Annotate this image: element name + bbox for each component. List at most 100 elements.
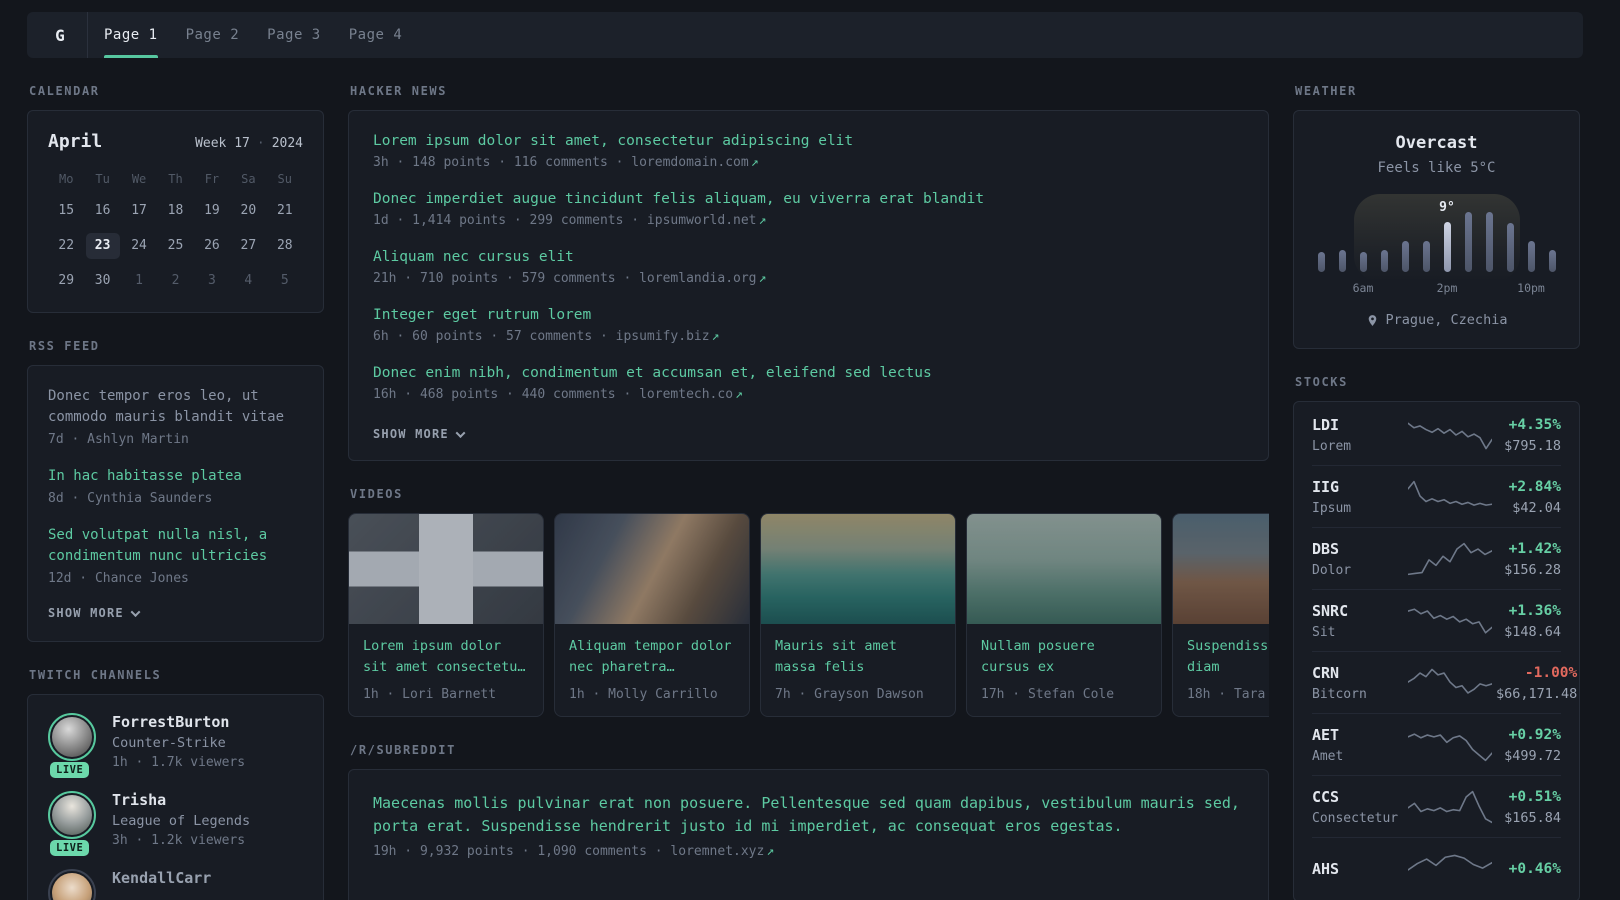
video-info: Suspendisse diam 18h · Tara — [1173, 624, 1269, 716]
stock-id: IIG Ipsum — [1312, 478, 1404, 516]
video-title[interactable]: Suspendisse diam — [1187, 636, 1269, 678]
video-card[interactable]: Nullam posuere cursus ex 17h · Stefan Co… — [966, 513, 1162, 717]
calendar-days-grid: 15 16 17 18 19 20 21 22 23 24 25 26 27 28 29 30 1 2 3 4 5 — [48, 198, 303, 294]
nav-tab[interactable]: Page 1 — [104, 12, 158, 58]
weather-bar — [1338, 250, 1346, 272]
stock-row[interactable]: SNRC Sit +1.36% $148.64 — [1312, 589, 1561, 651]
videos-widget: VIDEOS Lorem ipsum dolor sit amet consec… — [348, 487, 1269, 717]
nav-tab[interactable]: Page 3 — [267, 12, 321, 58]
hacker-news-headline[interactable]: Lorem ipsum dolor sit amet, consectetur … — [373, 133, 1244, 149]
calendar-day-header: We — [131, 172, 147, 186]
stock-ticker: LDI — [1312, 416, 1340, 434]
twitch-channel-name[interactable]: Trisha — [112, 791, 250, 809]
hacker-news-headline[interactable]: Donec imperdiet augue tincidunt felis al… — [373, 191, 1244, 207]
stock-row[interactable]: IIG Ipsum +2.84% $42.04 — [1312, 465, 1561, 527]
twitch-viewers: 1h · 1.7k viewers — [112, 755, 246, 770]
video-card[interactable]: Suspendisse diam 18h · Tara — [1172, 513, 1269, 717]
weather-bar — [1401, 241, 1409, 272]
weather-bar-column: 9° 2pm — [1437, 200, 1458, 295]
hacker-news-list: Lorem ipsum dolor sit amet, consectetur … — [373, 133, 1244, 402]
stock-row[interactable]: AHS +0.46% — [1312, 837, 1561, 899]
hacker-news-meta: 6h · 60 points · 57 comments · ipsumify.… — [373, 329, 720, 344]
calendar-header: April Week 17 · 2024 — [48, 131, 303, 152]
stock-id: SNRC Sit — [1312, 602, 1404, 640]
nav-tab[interactable]: Page 2 — [186, 12, 240, 58]
stock-ticker: IIG — [1312, 478, 1340, 496]
rss-show-more-button[interactable]: SHOW MORE — [48, 606, 141, 620]
hacker-news-widget-title: HACKER NEWS — [350, 84, 448, 98]
stock-id: LDI Lorem — [1312, 416, 1404, 454]
weather-bar-column — [1485, 212, 1493, 272]
hacker-news-headline[interactable]: Aliquam nec cursus elit — [373, 249, 1244, 265]
twitch-channel[interactable]: KendallCarr — [48, 869, 303, 900]
twitch-channel-name[interactable]: ForrestBurton — [112, 713, 245, 731]
external-link-icon[interactable]: ↗ — [766, 844, 774, 859]
video-title[interactable]: Aliquam tempor dolor nec pharetra… — [569, 636, 735, 678]
hacker-news-item: Lorem ipsum dolor sit amet, consectetur … — [373, 133, 1244, 170]
twitch-widget: TWITCH CHANNELS LIVE ForrestBurton Count… — [27, 668, 324, 900]
external-link-icon[interactable]: ↗ — [759, 213, 767, 228]
twitch-channel[interactable]: LIVE Trisha League of Legends 3h · 1.2k … — [48, 791, 303, 856]
calendar-day-header: Sa — [241, 172, 256, 186]
calendar-day: 19 — [204, 203, 220, 218]
hacker-news-show-more-button[interactable]: SHOW MORE — [373, 427, 466, 441]
external-link-icon[interactable]: ↗ — [759, 271, 767, 286]
twitch-channel-name[interactable]: KendallCarr — [112, 869, 211, 887]
calendar-day: 28 — [276, 238, 293, 253]
video-thumbnail — [349, 514, 543, 624]
external-link-icon[interactable]: ↗ — [735, 387, 743, 402]
stock-row[interactable]: DBS Dolor +1.42% $156.28 — [1312, 527, 1561, 589]
video-title[interactable]: Mauris sit amet massa felis — [775, 636, 941, 678]
weather-widget-title: WEATHER — [1295, 84, 1357, 98]
weather-bar — [1422, 241, 1430, 272]
stock-name: Lorem — [1312, 439, 1352, 454]
rss-headline[interactable]: In hac habitasse platea — [48, 466, 303, 487]
weather-bar-column — [1401, 241, 1409, 272]
stock-ticker: SNRC — [1312, 602, 1349, 620]
calendar-day: 21 — [276, 203, 293, 218]
stock-name: Sit — [1312, 625, 1336, 640]
calendar-day-header: Su — [277, 172, 292, 186]
stock-row[interactable]: LDI Lorem +4.35% $795.18 — [1312, 404, 1561, 465]
weather-bar — [1443, 222, 1451, 272]
video-title[interactable]: Lorem ipsum dolor sit amet consectetu… — [363, 636, 529, 678]
weather-bar-column — [1380, 250, 1388, 272]
calendar-day: 22 — [58, 238, 75, 253]
video-card[interactable]: Aliquam tempor dolor nec pharetra… 1h · … — [554, 513, 750, 717]
stock-row[interactable]: AET Amet +0.92% $499.72 — [1312, 713, 1561, 775]
hacker-news-headline[interactable]: Integer eget rutrum lorem — [373, 307, 1244, 323]
video-title[interactable]: Nullam posuere cursus ex — [981, 636, 1147, 678]
nav-tab[interactable]: Page 4 — [349, 12, 403, 58]
external-link-icon[interactable]: ↗ — [712, 329, 720, 344]
weather-bars: 6am 9° 2pm 10pm — [1317, 200, 1556, 295]
twitch-game: League of Legends — [112, 813, 251, 829]
external-link-icon[interactable]: ↗ — [751, 155, 759, 170]
stock-sparkline — [1408, 726, 1492, 764]
rss-headline[interactable]: Sed volutpat nulla nisl, a condimentum n… — [48, 525, 303, 567]
nav-tabs: Page 1 Page 2 Page 3 Page 4 — [104, 12, 402, 58]
location-pin-icon — [1368, 314, 1376, 326]
right-column: WEATHER Overcast Feels like 5°C 6am 9° 2… — [1293, 84, 1580, 900]
video-card[interactable]: Mauris sit amet massa felis 7h · Grayson… — [760, 513, 956, 717]
calendar-day: 18 — [167, 203, 184, 218]
twitch-channel[interactable]: LIVE ForrestBurton Counter-Strike 1h · 1… — [48, 713, 303, 778]
weather-feels-like: Feels like 5°C — [1377, 160, 1496, 176]
stock-name: Dolor — [1312, 563, 1352, 578]
hacker-news-headline[interactable]: Donec enim nibh, condimentum et accumsan… — [373, 365, 1244, 381]
stock-change: +4.35% — [1508, 416, 1561, 433]
app-logo[interactable]: G — [45, 26, 75, 45]
stock-price: $165.84 — [1504, 809, 1561, 826]
subreddit-post-title[interactable]: Maecenas mollis pulvinar erat non posuer… — [373, 792, 1244, 838]
avatar — [48, 869, 96, 900]
stock-row[interactable]: CRN Bitcorn -1.00% $66,171.48 — [1312, 651, 1577, 713]
stock-row[interactable]: CCS Consectetur +0.51% $165.84 — [1312, 775, 1561, 837]
hacker-news-widget: HACKER NEWS Lorem ipsum dolor sit amet, … — [348, 84, 1269, 461]
rss-headline[interactable]: Donec tempor eros leo, ut commodo mauris… — [48, 386, 303, 428]
stock-ticker: DBS — [1312, 540, 1340, 558]
subreddit-card: Maecenas mollis pulvinar erat non posuer… — [348, 769, 1269, 900]
stock-sparkline — [1408, 478, 1492, 516]
middle-column: HACKER NEWS Lorem ipsum dolor sit amet, … — [348, 84, 1269, 900]
weather-location: Prague, Czechia — [1312, 312, 1561, 328]
stock-price: $66,171.48 — [1496, 685, 1578, 702]
video-card[interactable]: Lorem ipsum dolor sit amet consectetu… 1… — [348, 513, 544, 717]
